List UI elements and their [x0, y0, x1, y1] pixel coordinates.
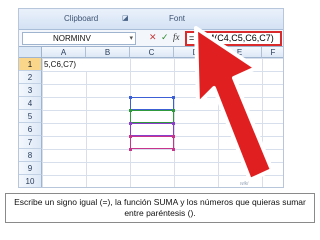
name-box[interactable]: NORMINV ▾: [22, 32, 136, 45]
reference-handle-c7[interactable]: [172, 148, 175, 151]
ribbon-group-font: Font: [169, 14, 186, 23]
select-all-corner[interactable]: [19, 47, 42, 58]
reference-box-c7: [130, 136, 174, 149]
name-box-value: NORMINV: [53, 34, 91, 43]
column-header-c[interactable]: C: [130, 47, 174, 58]
reference-handle-c6[interactable]: [129, 122, 132, 125]
reference-handle-c4[interactable]: [129, 96, 132, 99]
caption: Escribe un signo igual (=), la función S…: [5, 193, 315, 223]
enter-icon[interactable]: ✓: [161, 32, 169, 43]
column-header-a[interactable]: A: [42, 47, 86, 58]
row-header-6[interactable]: 6: [19, 123, 42, 136]
reference-handle-c7[interactable]: [129, 148, 132, 151]
clipboard-launcher-icon[interactable]: ◪: [122, 14, 129, 22]
reference-handle-c5[interactable]: [129, 109, 132, 112]
reference-handle-c6[interactable]: [172, 122, 175, 125]
pointer-arrow-icon: [194, 26, 274, 182]
reference-box-c6: [130, 123, 174, 136]
insert-function-icon[interactable]: fx: [173, 32, 180, 42]
row-header-5[interactable]: 5: [19, 110, 42, 123]
row-header-10[interactable]: 10: [19, 175, 42, 187]
row-header-4[interactable]: 4: [19, 97, 42, 110]
row-header-7[interactable]: 7: [19, 136, 42, 149]
column-header-b[interactable]: B: [86, 47, 130, 58]
reference-box-c4: [130, 97, 174, 110]
row-header-3[interactable]: 3: [19, 84, 42, 97]
watermark-logo: wiki: [240, 181, 249, 187]
reference-box-c5: [130, 110, 174, 123]
row-header-2[interactable]: 2: [19, 71, 42, 84]
row-header-9[interactable]: 9: [19, 162, 42, 175]
reference-handle-c7[interactable]: [172, 135, 175, 138]
cancel-icon[interactable]: ✕: [149, 32, 157, 43]
reference-handle-c5[interactable]: [172, 109, 175, 112]
row-header-8[interactable]: 8: [19, 149, 42, 162]
reference-handle-c7[interactable]: [129, 135, 132, 138]
reference-handle-c4[interactable]: [172, 96, 175, 99]
row-header-1[interactable]: 1: [19, 58, 42, 71]
chevron-down-icon[interactable]: ▾: [129, 33, 133, 44]
cell-a1-editing[interactable]: 5,C6,C7): [43, 59, 88, 71]
ribbon-group-clipboard: Clipboard: [64, 14, 99, 23]
